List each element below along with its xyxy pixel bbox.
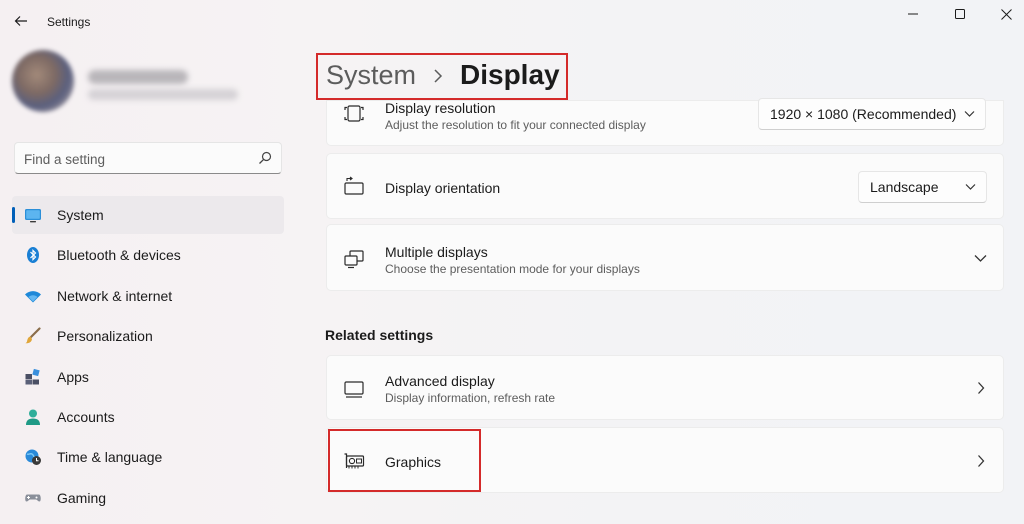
chevron-right-icon <box>978 455 985 467</box>
resolution-icon <box>344 105 364 122</box>
app-title: Settings <box>47 15 91 29</box>
card-title: Advanced display <box>385 373 495 389</box>
wifi-icon <box>25 290 41 303</box>
maximize-button[interactable] <box>945 4 975 24</box>
card-subtitle: Display information, refresh rate <box>385 391 556 405</box>
brush-icon <box>25 327 41 344</box>
search-input[interactable] <box>24 149 254 169</box>
minimize-icon <box>908 13 918 15</box>
bluetooth-icon <box>27 247 39 264</box>
graphics-highlight-box <box>328 429 481 492</box>
monitor-icon <box>25 209 41 223</box>
card-subtitle: Adjust the resolution to fit your connec… <box>385 118 646 132</box>
related-settings-heading: Related settings <box>325 327 434 343</box>
title-bar: Settings <box>0 0 1024 44</box>
multiple-displays-row[interactable]: Multiple displays Choose the presentatio… <box>326 224 1004 291</box>
search-box <box>14 142 282 174</box>
card-title: Display orientation <box>385 180 501 196</box>
display-resolution-row: Display resolution Adjust the resolution… <box>326 98 1004 146</box>
advanced-display-row[interactable]: Advanced display Display information, re… <box>326 355 1004 420</box>
back-button[interactable] <box>10 10 32 32</box>
sidebar-item-label: System <box>57 207 104 223</box>
sidebar-item-time-language[interactable]: Time & language <box>12 438 284 476</box>
avatar[interactable] <box>12 50 74 112</box>
person-icon <box>26 409 40 425</box>
chevron-down-icon <box>965 184 976 190</box>
resolution-value: 1920 × 1080 (Recommended) <box>770 106 957 122</box>
resolution-dropdown[interactable]: 1920 × 1080 (Recommended) <box>758 98 986 130</box>
orientation-value: Landscape <box>870 179 939 195</box>
gamepad-icon <box>25 494 41 502</box>
display-icon <box>344 381 364 398</box>
breadcrumb: System Display <box>316 53 568 100</box>
chevron-right-icon <box>978 382 985 394</box>
multiple-displays-icon <box>344 250 364 269</box>
sidebar-item-bluetooth[interactable]: Bluetooth & devices <box>12 236 284 274</box>
breadcrumb-parent[interactable]: System <box>326 60 416 91</box>
settings-window: Settings System <box>0 0 1024 524</box>
sidebar-item-system[interactable]: System <box>12 196 284 234</box>
sidebar-item-label: Apps <box>57 368 89 385</box>
sidebar-item-personalization[interactable]: Personalization <box>12 317 284 355</box>
sidebar-item-accounts[interactable]: Accounts <box>12 398 284 436</box>
sidebar-item-label: Personalization <box>57 328 153 345</box>
display-orientation-row: Display orientation Landscape <box>326 153 1004 219</box>
card-title: Multiple displays <box>385 244 488 260</box>
minimize-button[interactable] <box>898 4 928 24</box>
back-arrow-icon <box>14 16 27 26</box>
apps-icon <box>25 368 40 385</box>
globe-clock-icon <box>25 449 41 466</box>
chevron-right-icon <box>434 69 443 83</box>
sidebar-item-label: Time & language <box>57 449 163 466</box>
sidebar-item-apps[interactable]: Apps <box>12 358 284 396</box>
search-icon[interactable] <box>258 151 272 165</box>
orientation-icon <box>344 176 364 195</box>
profile-name-blurred <box>88 70 188 84</box>
close-button[interactable] <box>991 4 1021 24</box>
sidebar-item-network[interactable]: Network & internet <box>12 277 284 315</box>
orientation-dropdown[interactable]: Landscape <box>858 171 987 203</box>
profile-email-blurred <box>88 89 238 100</box>
maximize-icon <box>955 9 965 19</box>
card-subtitle: Choose the presentation mode for your di… <box>385 262 640 276</box>
sidebar-item-label: Accounts <box>57 408 115 425</box>
page-title: Display <box>460 59 560 90</box>
sidebar-item-gaming[interactable]: Gaming <box>12 479 284 517</box>
sidebar-nav: System Bluetooth & devices Network & int… <box>12 196 284 519</box>
close-icon <box>1000 8 1012 20</box>
chevron-down-icon[interactable] <box>974 254 987 263</box>
sidebar-item-label: Gaming <box>57 489 107 506</box>
chevron-down-icon <box>964 111 975 117</box>
sidebar-item-label: Bluetooth & devices <box>57 247 181 264</box>
sidebar-item-label: Network & internet <box>57 287 173 304</box>
card-title: Display resolution <box>385 100 496 116</box>
